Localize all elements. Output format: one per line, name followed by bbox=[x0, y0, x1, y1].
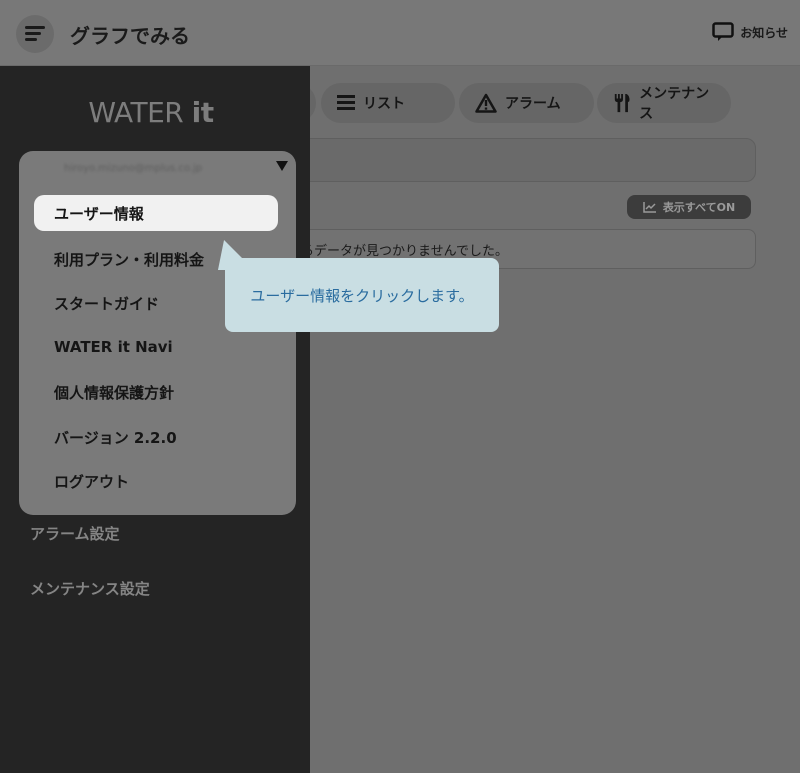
no-data-text: るデータが見つかりませんでした。 bbox=[301, 243, 508, 259]
menu-icon bbox=[25, 26, 45, 29]
menu-item-plan-pricing[interactable]: 利用プラン・利用料金 bbox=[54, 249, 204, 270]
chat-bubble-icon bbox=[712, 22, 734, 41]
account-email: hiroyo.mizuno@mplus.co.jp bbox=[64, 163, 203, 174]
warning-icon bbox=[475, 93, 497, 113]
app-header: グラフでみる お知らせ bbox=[0, 0, 800, 66]
tools-icon bbox=[614, 93, 630, 113]
sidebar-item-maintenance-settings[interactable]: メンテナンス設定 bbox=[30, 578, 150, 599]
tooltip-text: ユーザー情報をクリックします。 bbox=[250, 286, 474, 305]
menu-item-logout[interactable]: ログアウト bbox=[54, 471, 129, 492]
sidebar-item-alarm-settings[interactable]: アラーム設定 bbox=[30, 523, 120, 544]
caret-down-icon[interactable] bbox=[276, 161, 288, 171]
show-all-label: 表示すべてON bbox=[662, 201, 736, 214]
tab-alarm-label: アラーム bbox=[505, 96, 561, 112]
tab-list[interactable]: リスト bbox=[321, 83, 455, 123]
menu-item-water-it-navi[interactable]: WATER it Navi bbox=[54, 338, 173, 356]
notice-button[interactable]: お知らせ bbox=[712, 22, 788, 42]
tab-alarm[interactable]: アラーム bbox=[459, 83, 594, 123]
chart-line-icon bbox=[643, 202, 656, 213]
tab-maintenance[interactable]: メンテナンス bbox=[597, 83, 731, 123]
menu-item-label: ユーザー情報 bbox=[54, 205, 144, 223]
selector-field[interactable] bbox=[290, 138, 756, 182]
hamburger-menu-button[interactable] bbox=[16, 15, 54, 53]
page-title: グラフでみる bbox=[70, 24, 190, 48]
list-icon bbox=[337, 95, 355, 110]
menu-item-privacy-policy[interactable]: 個人情報保護方針 bbox=[54, 382, 174, 403]
account-dropdown: hiroyo.mizuno@mplus.co.jp ユーザー情報 利用プラン・利… bbox=[19, 151, 296, 515]
notice-label: お知らせ bbox=[740, 25, 788, 40]
brand-logo: WATER it bbox=[88, 96, 214, 129]
tab-maintenance-label: メンテナンス bbox=[639, 86, 710, 122]
menu-item-user-info[interactable]: ユーザー情報 bbox=[34, 195, 278, 231]
tab-list-label: リスト bbox=[363, 96, 405, 112]
menu-item-version: バージョン 2.2.0 bbox=[54, 429, 177, 447]
show-all-on-button[interactable]: 表示すべてON bbox=[627, 195, 751, 219]
instruction-tooltip: ユーザー情報をクリックします。 bbox=[225, 258, 499, 332]
menu-item-start-guide[interactable]: スタートガイド bbox=[54, 293, 159, 314]
